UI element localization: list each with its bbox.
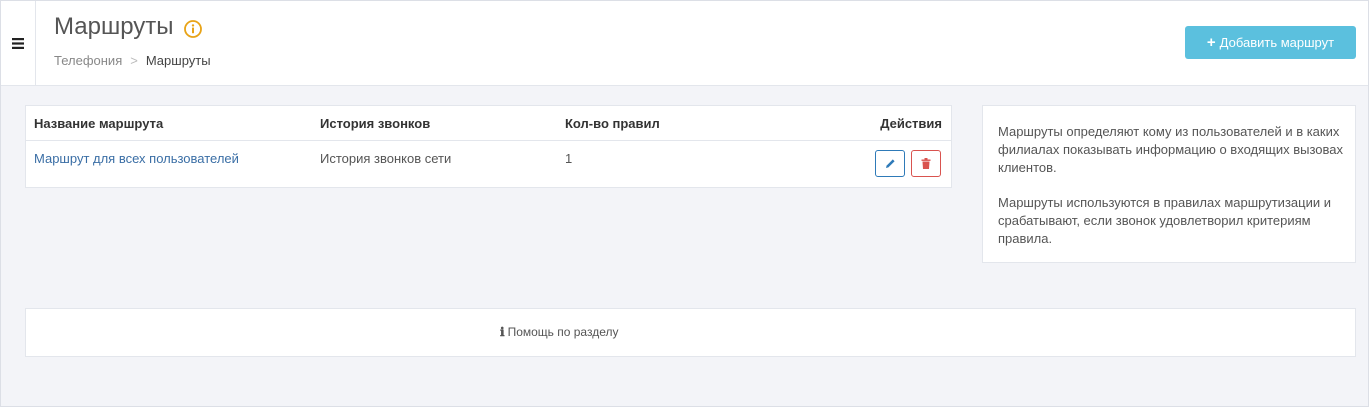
plus-icon: + [1206, 34, 1216, 51]
edit-route-button[interactable] [875, 150, 905, 177]
routes-info-panel: Маршруты определяют кому из пользователе… [982, 105, 1356, 263]
column-header-actions: Действия [880, 116, 942, 131]
pencil-icon [885, 159, 895, 168]
column-header-history: История звонков [320, 116, 431, 131]
help-section-link[interactable]: ℹ Помощь по разделу [500, 325, 618, 339]
route-name-link[interactable]: Маршрут для всех пользователей [34, 151, 239, 166]
hamburger-icon [12, 37, 24, 49]
add-route-button[interactable]: + Добавить маршрут [1185, 26, 1356, 59]
page-header: Маршруты Телефония > Маршруты + Добавить м… [1, 1, 1368, 86]
breadcrumb-current: Маршруты [145, 53, 211, 68]
add-route-label: Добавить маршрут [1219, 35, 1335, 50]
route-rules-count-cell: 1 [565, 151, 573, 166]
routes-table: Название маршрута История звонков Кол-во… [25, 105, 952, 188]
page-title: Маршруты [54, 13, 174, 40]
column-header-rules-count: Кол-во правил [565, 116, 660, 131]
app-frame: Маршруты Телефония > Маршруты + Добавить м… [0, 0, 1369, 407]
menu-toggle-button[interactable] [1, 1, 36, 85]
breadcrumb-telephony-link[interactable]: Телефония [54, 53, 122, 68]
help-section-label: Помощь по разделу [507, 325, 619, 339]
route-history-cell: История звонков сети [320, 151, 452, 166]
table-header-divider [26, 140, 951, 141]
breadcrumb-separator: > [130, 53, 138, 68]
delete-route-button[interactable] [911, 150, 941, 177]
info-circle-icon[interactable] [184, 20, 202, 38]
breadcrumb: Телефония > Маршруты [54, 53, 211, 68]
info-icon: ℹ [500, 325, 505, 339]
info-paragraph-2: Маршруты используются в правилах маршрут… [998, 195, 1331, 246]
trash-icon [921, 158, 931, 169]
column-header-name: Название маршрута [34, 116, 164, 131]
info-paragraph-1: Маршруты определяют кому из пользователе… [998, 124, 1343, 175]
help-panel: ℹ Помощь по разделу [25, 308, 1356, 357]
